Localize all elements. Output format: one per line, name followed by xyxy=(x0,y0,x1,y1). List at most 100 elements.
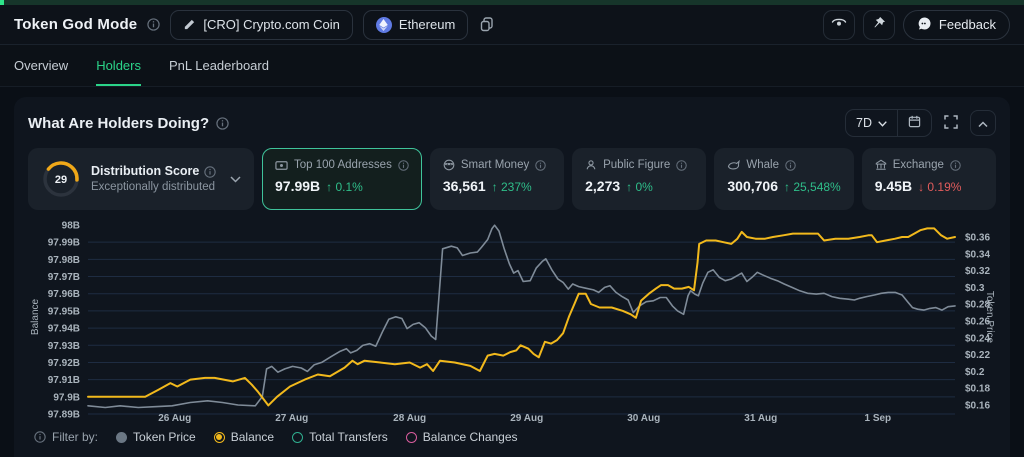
svg-text:97.99B: 97.99B xyxy=(48,238,80,249)
svg-text:98B: 98B xyxy=(62,221,80,232)
svg-text:97.94B: 97.94B xyxy=(48,324,80,335)
token-select-button[interactable]: [CRO] Crypto.com Coin xyxy=(170,10,353,40)
smart-money-card[interactable]: Smart Money 36,561 ↑ 237% xyxy=(430,148,564,210)
holder-stat-cards: 29 Distribution Score Exceptionally dist… xyxy=(28,148,996,210)
pencil-icon xyxy=(183,18,196,31)
whale-card[interactable]: Whale 300,706 ↑ 25,548% xyxy=(714,148,853,210)
total-transfers-ring-icon xyxy=(292,432,303,443)
holders-chart-svg[interactable]: 98B97.99B97.98B97.97B97.96B97.95B97.94B9… xyxy=(28,214,996,426)
svg-text:$0.18: $0.18 xyxy=(965,384,990,395)
svg-text:97.89B: 97.89B xyxy=(48,410,80,421)
chevron-down-icon[interactable] xyxy=(230,176,241,183)
holders-chart[interactable]: 98B97.99B97.98B97.97B97.96B97.95B97.94B9… xyxy=(28,214,996,426)
chart-filter-bar: Filter by: Token Price Balance Total Tra… xyxy=(28,430,996,444)
fullscreen-button[interactable] xyxy=(942,113,960,134)
svg-text:1 Sep: 1 Sep xyxy=(864,413,891,424)
holders-panel: What Are Holders Doing? 7D xyxy=(14,97,1010,457)
legend-total-transfers[interactable]: Total Transfers xyxy=(292,430,388,444)
public-figure-value: 2,273 xyxy=(585,178,620,194)
feedback-label: Feedback xyxy=(939,17,996,32)
distribution-score-subtitle: Exceptionally distributed xyxy=(91,180,216,194)
distribution-score-label: Distribution Score xyxy=(91,164,199,180)
chevron-up-icon xyxy=(978,116,988,131)
range-value: 7D xyxy=(856,116,872,130)
public-figure-info-icon[interactable] xyxy=(676,160,687,171)
exchange-value: 9.45B xyxy=(875,178,912,194)
svg-text:97.97B: 97.97B xyxy=(48,272,80,283)
smart-money-icon xyxy=(443,159,455,171)
filter-info-icon[interactable] xyxy=(34,431,46,443)
info-icon[interactable] xyxy=(147,18,160,31)
whale-label: Whale xyxy=(746,159,779,171)
distribution-score-value: 29 xyxy=(55,174,67,186)
public-figure-delta: ↑ 0% xyxy=(626,180,653,194)
smart-money-info-icon[interactable] xyxy=(535,160,546,171)
page-title: Token God Mode xyxy=(14,16,137,33)
svg-text:$0.3: $0.3 xyxy=(965,283,985,294)
svg-text:97.95B: 97.95B xyxy=(48,306,80,317)
balance-changes-ring-icon xyxy=(406,432,417,443)
legend-token-price-label: Token Price xyxy=(133,430,196,444)
exchange-delta: ↓ 0.19% xyxy=(918,180,961,194)
svg-text:97.96B: 97.96B xyxy=(48,289,80,300)
top-100-value: 97.99B xyxy=(275,178,320,194)
calendar-button[interactable] xyxy=(897,110,931,136)
legend-token-price[interactable]: Token Price xyxy=(116,430,196,444)
pin-button[interactable] xyxy=(863,10,895,40)
legend-balance-label: Balance xyxy=(231,430,274,444)
chain-select-button[interactable]: Ethereum xyxy=(363,10,468,40)
top-100-info-icon[interactable] xyxy=(398,160,409,171)
svg-text:30 Aug: 30 Aug xyxy=(627,413,660,424)
public-figure-card[interactable]: Public Figure 2,273 ↑ 0% xyxy=(572,148,706,210)
svg-text:27 Aug: 27 Aug xyxy=(275,413,308,424)
exchange-info-icon[interactable] xyxy=(950,160,961,171)
watch-eye-button[interactable] xyxy=(823,10,855,40)
legend-balance[interactable]: Balance xyxy=(214,430,274,444)
top-progress-strip xyxy=(0,0,1024,5)
panel-info-icon[interactable] xyxy=(216,117,229,130)
svg-text:97.93B: 97.93B xyxy=(48,341,80,352)
ethereum-icon xyxy=(376,17,392,33)
tab-overview[interactable]: Overview xyxy=(14,45,68,86)
distribution-score-card[interactable]: 29 Distribution Score Exceptionally dist… xyxy=(28,148,254,210)
token-price-dot-icon xyxy=(116,432,127,443)
legend-balance-changes[interactable]: Balance Changes xyxy=(406,430,518,444)
svg-text:31 Aug: 31 Aug xyxy=(744,413,777,424)
calendar-icon xyxy=(908,115,921,131)
exchange-label: Exchange xyxy=(893,159,944,171)
svg-text:$0.2: $0.2 xyxy=(965,367,985,378)
svg-text:29 Aug: 29 Aug xyxy=(510,413,543,424)
time-range-control: 7D xyxy=(845,109,932,137)
legend-balance-changes-label: Balance Changes xyxy=(423,430,518,444)
feedback-bubble-icon xyxy=(917,16,932,34)
tab-holders[interactable]: Holders xyxy=(96,45,141,86)
feedback-button[interactable]: Feedback xyxy=(903,10,1010,40)
top-100-addresses-card[interactable]: Top 100 Addresses 97.99B ↑ 0.1% xyxy=(262,148,422,210)
whale-delta: ↑ 25,548% xyxy=(784,180,841,194)
svg-text:Token Price: Token Price xyxy=(984,291,995,344)
distribution-info-icon[interactable] xyxy=(204,166,216,178)
top-100-delta: ↑ 0.1% xyxy=(326,180,363,194)
smart-money-delta: ↑ 237% xyxy=(492,180,532,194)
svg-text:$0.34: $0.34 xyxy=(965,249,990,260)
distribution-score-gauge: 29 xyxy=(41,159,81,199)
pin-icon xyxy=(872,16,886,33)
public-figure-label: Public Figure xyxy=(603,159,670,171)
collapse-panel-button[interactable] xyxy=(970,110,996,136)
whale-info-icon[interactable] xyxy=(785,160,796,171)
balance-radio-icon xyxy=(214,432,225,443)
tab-pnl-leaderboard[interactable]: PnL Leaderboard xyxy=(169,45,269,86)
panel-title: What Are Holders Doing? xyxy=(28,115,209,132)
copy-address-icon[interactable] xyxy=(478,15,496,34)
svg-text:28 Aug: 28 Aug xyxy=(393,413,426,424)
whale-value: 300,706 xyxy=(727,178,778,194)
smart-money-label: Smart Money xyxy=(461,159,529,171)
svg-text:$0.16: $0.16 xyxy=(965,401,990,412)
app-header: Token God Mode [CRO] Crypto.com Coin Eth… xyxy=(0,5,1024,45)
public-figure-icon xyxy=(585,159,597,171)
expand-icon xyxy=(944,115,958,132)
eye-icon xyxy=(831,16,847,33)
range-dropdown[interactable]: 7D xyxy=(846,110,897,136)
svg-text:Balance: Balance xyxy=(30,298,41,335)
exchange-card[interactable]: Exchange 9.45B ↓ 0.19% xyxy=(862,148,996,210)
